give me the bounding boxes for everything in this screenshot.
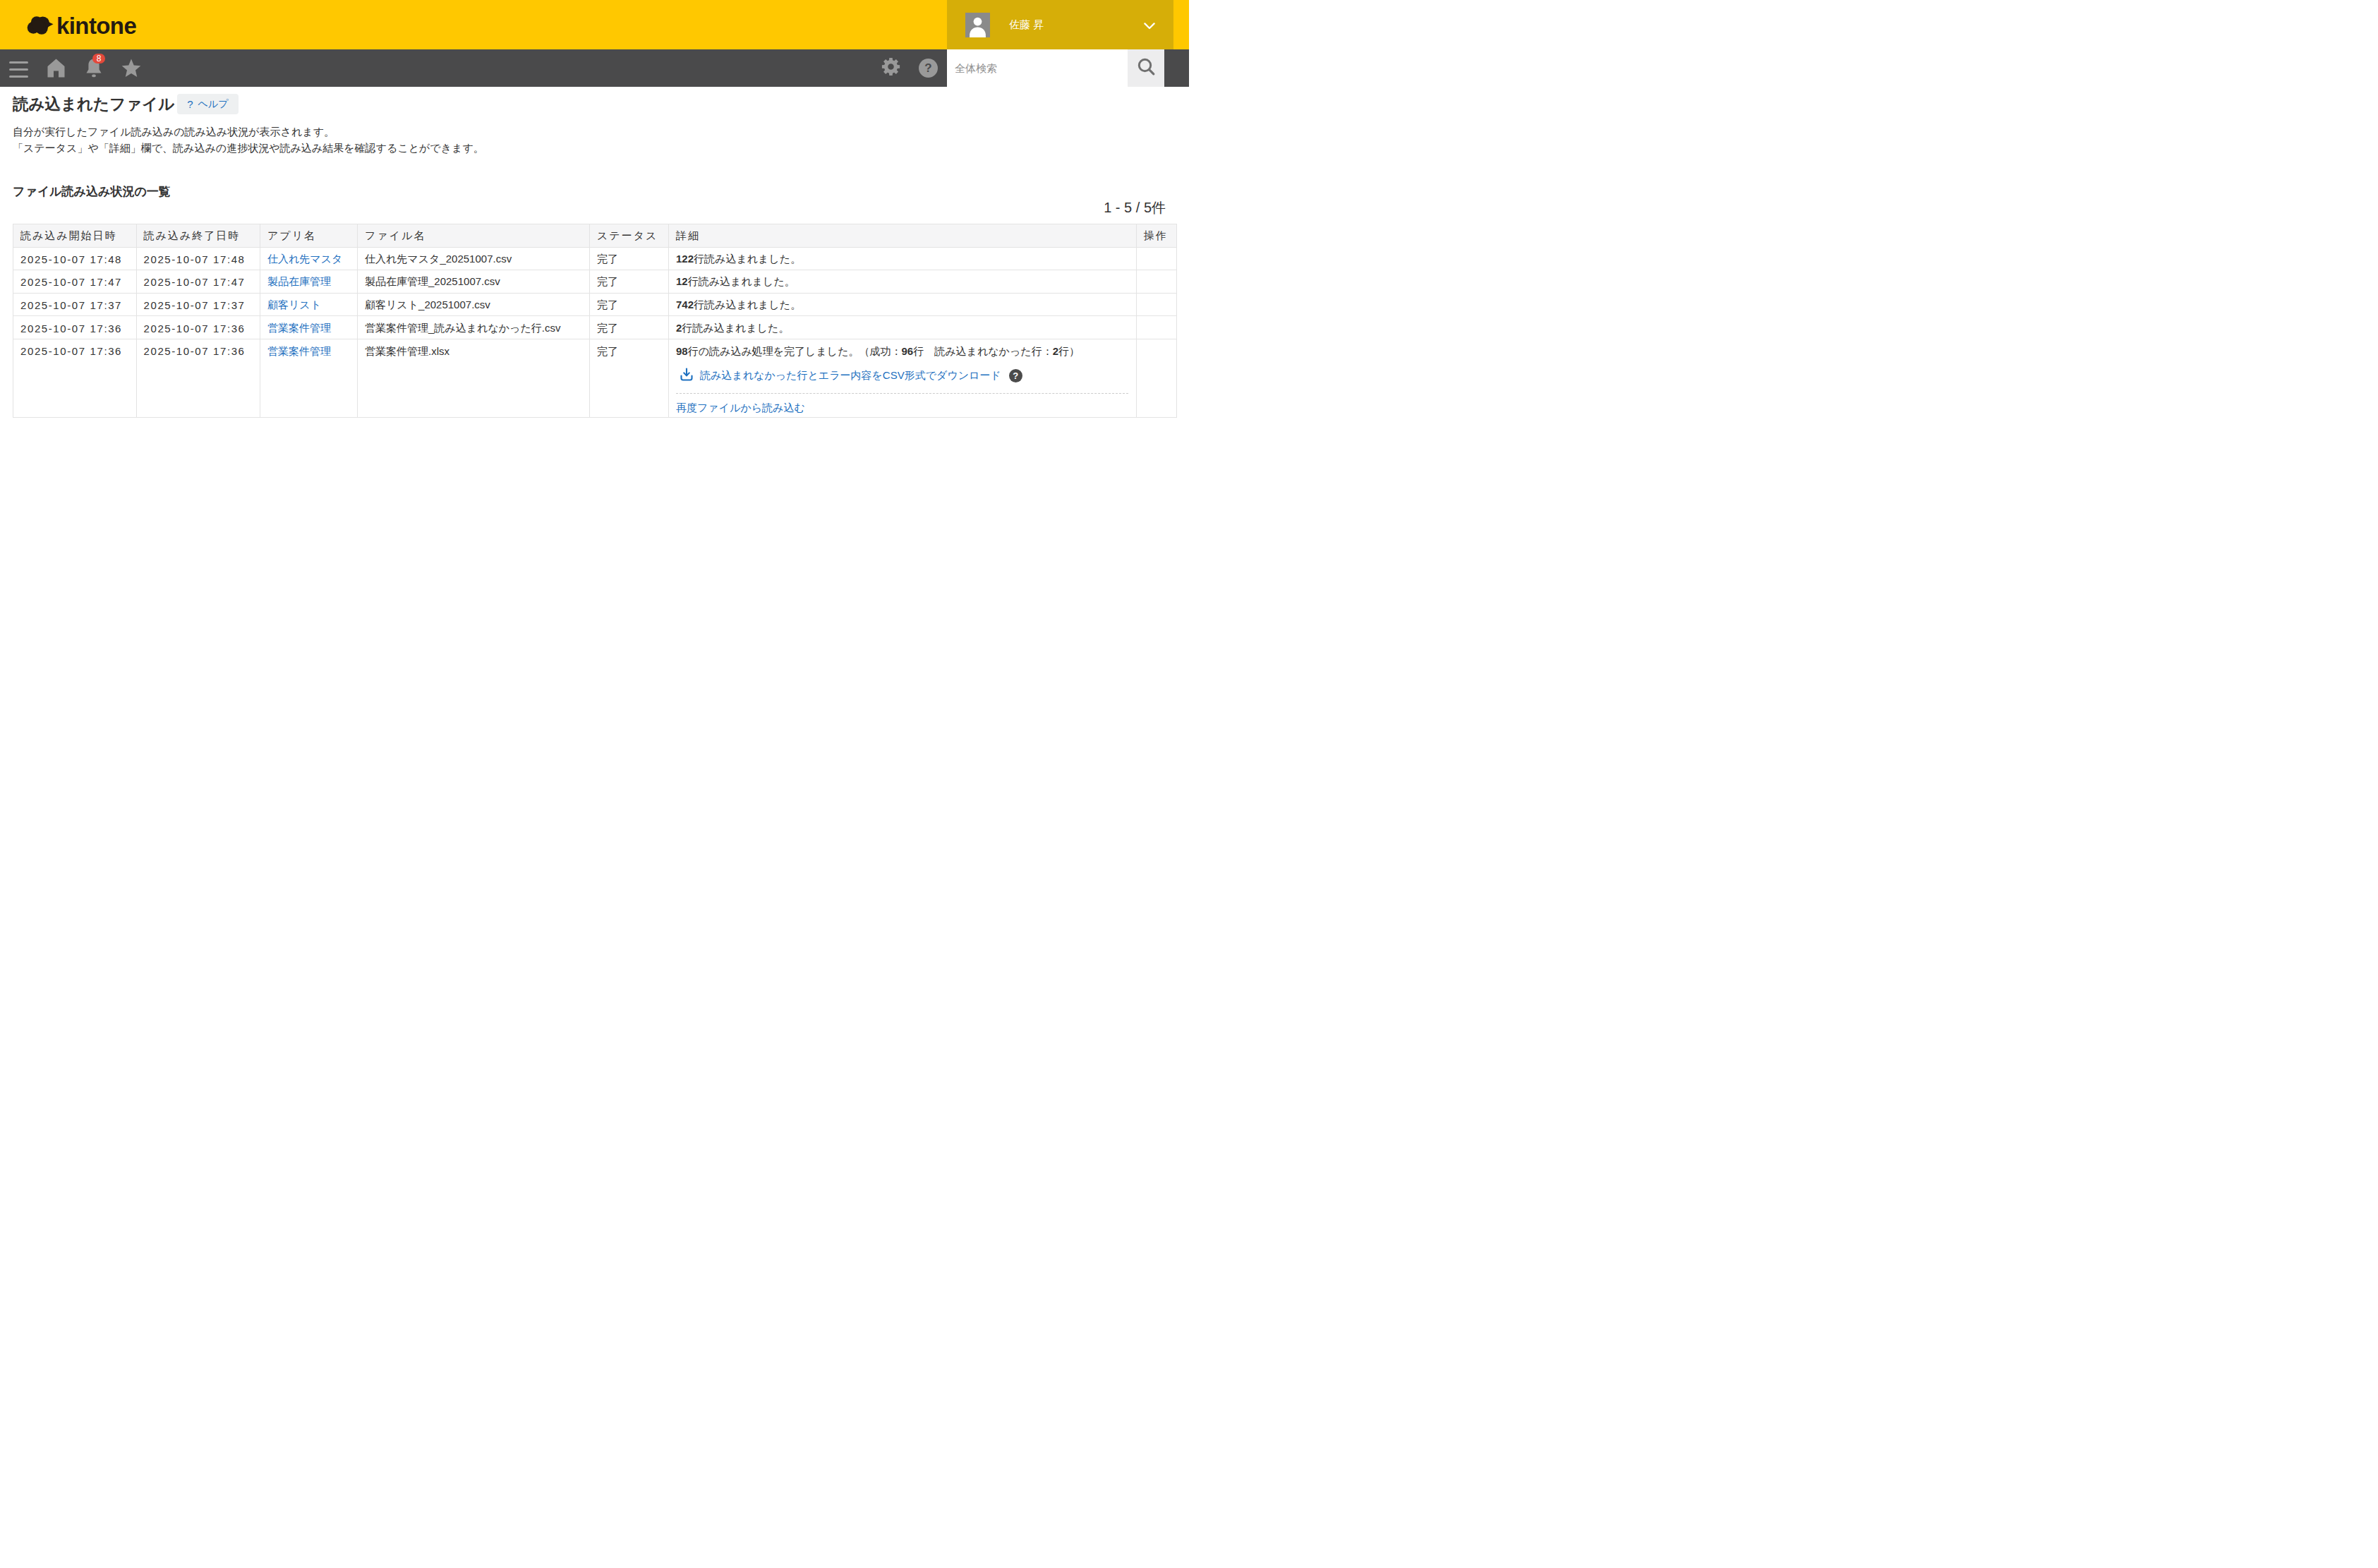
- help-question-icon: ?: [187, 98, 193, 110]
- cell-action: [1136, 247, 1177, 270]
- table-row: 2025-10-07 17:36 2025-10-07 17:36 営業案件管理…: [13, 339, 1177, 418]
- cell-end-time: 2025-10-07 17:36: [136, 339, 260, 418]
- app-link[interactable]: 顧客リスト: [267, 298, 321, 310]
- cell-detail: 742行読み込まれました。: [669, 293, 1137, 316]
- star-icon: [121, 59, 141, 80]
- cell-file-name: 製品在庫管理_20251007.csv: [358, 270, 590, 294]
- cell-status: 完了: [590, 247, 669, 270]
- table-row: 2025-10-07 17:48 2025-10-07 17:48 仕入れ先マス…: [13, 247, 1177, 270]
- cell-start-time: 2025-10-07 17:37: [13, 293, 137, 316]
- cell-action: [1136, 339, 1177, 418]
- app-link[interactable]: 仕入れ先マスタ: [267, 253, 342, 265]
- cell-file-name: 顧客リスト_20251007.csv: [358, 293, 590, 316]
- search-icon: [1135, 56, 1157, 80]
- download-error-csv-link[interactable]: 読み込まれなかった行とエラー内容をCSV形式でダウンロード: [700, 369, 1001, 382]
- top-header-bar: kintone 佐藤 昇: [0, 0, 1189, 49]
- favorites-button[interactable]: [112, 49, 150, 87]
- cell-start-time: 2025-10-07 17:36: [13, 339, 137, 418]
- retry-import-link[interactable]: 再度ファイルから読み込む: [676, 402, 805, 414]
- cell-file-name: 営業案件管理_読み込まれなかった行.csv: [358, 316, 590, 339]
- cell-action: [1136, 270, 1177, 294]
- col-header-end: 読み込み終了日時: [136, 224, 260, 248]
- cell-start-time: 2025-10-07 17:36: [13, 316, 137, 339]
- cell-detail: 98行の読み込み処理を完了しました。（成功：96行 読み込まれなかった行：2行）…: [669, 339, 1137, 418]
- help-button[interactable]: ?: [910, 49, 947, 87]
- page-help-link[interactable]: ? ヘルプ: [177, 94, 238, 114]
- table-header-row: 読み込み開始日時 読み込み終了日時 アプリ名 ファイル名 ステータス 詳細 操作: [13, 224, 1177, 248]
- cell-detail: 2行読み込まれました。: [669, 316, 1137, 339]
- cell-end-time: 2025-10-07 17:36: [136, 316, 260, 339]
- settings-button[interactable]: [872, 49, 910, 87]
- cell-detail: 12行読み込まれました。: [669, 270, 1137, 294]
- cell-start-time: 2025-10-07 17:48: [13, 247, 137, 270]
- hamburger-icon: [9, 56, 28, 83]
- download-help-icon[interactable]: ?: [1009, 369, 1022, 382]
- hamburger-menu-button[interactable]: [0, 49, 37, 87]
- page-title: 読み込まれたファイル: [13, 93, 174, 115]
- user-avatar: [965, 13, 990, 37]
- cell-file-name: 営業案件管理.xlsx: [358, 339, 590, 418]
- app-link[interactable]: 営業案件管理: [267, 322, 331, 334]
- global-search-input[interactable]: [947, 49, 1128, 87]
- cell-end-time: 2025-10-07 17:47: [136, 270, 260, 294]
- cell-action: [1136, 316, 1177, 339]
- app-link[interactable]: 製品在庫管理: [267, 275, 331, 287]
- col-header-action: 操作: [1136, 224, 1177, 248]
- cell-status: 完了: [590, 339, 669, 418]
- cell-action: [1136, 293, 1177, 316]
- home-button[interactable]: [37, 49, 75, 87]
- cell-status: 完了: [590, 293, 669, 316]
- cell-detail: 122行読み込まれました。: [669, 247, 1137, 270]
- cell-start-time: 2025-10-07 17:47: [13, 270, 137, 294]
- page-content: 読み込まれたファイル ? ヘルプ 自分が実行したファイル読み込みの読み込み状況が…: [0, 93, 1189, 418]
- cell-end-time: 2025-10-07 17:48: [136, 247, 260, 270]
- notifications-button[interactable]: 8: [75, 49, 112, 87]
- user-name: 佐藤 昇: [1009, 18, 1044, 32]
- home-icon: [47, 59, 65, 80]
- cell-status: 完了: [590, 270, 669, 294]
- cell-end-time: 2025-10-07 17:37: [136, 293, 260, 316]
- search-button[interactable]: [1128, 49, 1164, 87]
- col-header-start: 読み込み開始日時: [13, 224, 137, 248]
- cell-status: 完了: [590, 316, 669, 339]
- kintone-logo-text: kintone: [56, 16, 136, 35]
- gear-icon: [881, 57, 900, 79]
- col-header-detail: 詳細: [669, 224, 1137, 248]
- download-icon: [680, 368, 700, 384]
- help-icon: ?: [919, 59, 938, 78]
- kintone-logo[interactable]: kintone: [27, 15, 136, 35]
- col-header-app: アプリ名: [260, 224, 358, 248]
- pager-count: 1 - 5 / 5件: [13, 198, 1166, 217]
- help-link-label: ヘルプ: [198, 98, 229, 111]
- notification-badge: 8: [92, 54, 105, 64]
- page-description: 自分が実行したファイル読み込みの読み込み状況が表示されます。 「ステータス」や「…: [13, 124, 1176, 156]
- cell-file-name: 仕入れ先マスタ_20251007.csv: [358, 247, 590, 270]
- table-row: 2025-10-07 17:36 2025-10-07 17:36 営業案件管理…: [13, 316, 1177, 339]
- global-toolbar: 8 ?: [0, 49, 1189, 87]
- col-header-status: ステータス: [590, 224, 669, 248]
- import-status-table: 読み込み開始日時 読み込み終了日時 アプリ名 ファイル名 ステータス 詳細 操作…: [13, 224, 1177, 418]
- chevron-down-icon: [1144, 20, 1155, 32]
- col-header-file: ファイル名: [358, 224, 590, 248]
- table-row: 2025-10-07 17:47 2025-10-07 17:47 製品在庫管理…: [13, 270, 1177, 294]
- kintone-cloud-icon: [27, 15, 54, 35]
- user-menu[interactable]: 佐藤 昇: [947, 0, 1173, 49]
- table-row: 2025-10-07 17:37 2025-10-07 17:37 顧客リスト …: [13, 293, 1177, 316]
- app-link[interactable]: 営業案件管理: [267, 345, 331, 357]
- detail-summary: 98行の読み込み処理を完了しました。（成功：96行 読み込まれなかった行：2行）: [676, 345, 1129, 358]
